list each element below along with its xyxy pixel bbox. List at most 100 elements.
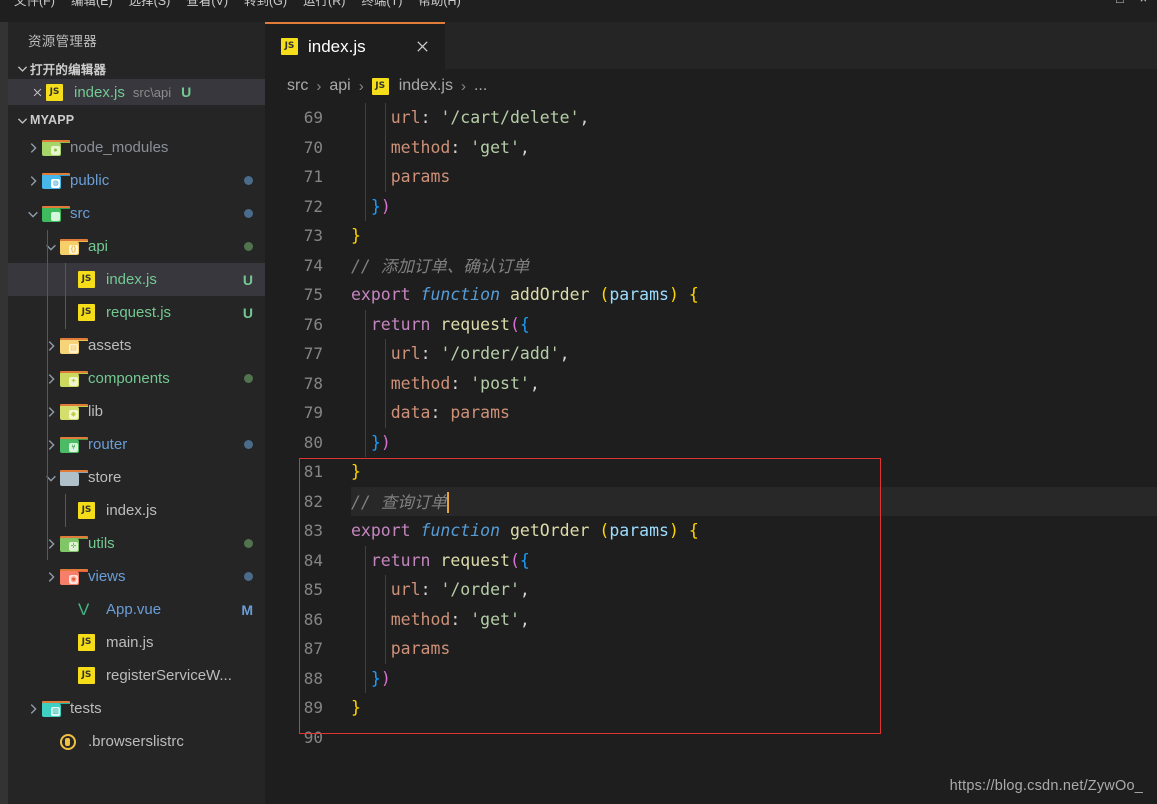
code-line-77[interactable]: 77 url: '/order/add', [265,339,1157,369]
folder-src-icon [42,205,70,222]
tree-item-registerservicew-[interactable]: JS registerServiceW... [8,659,265,692]
tab-index-js[interactable]: JS index.js [265,22,445,69]
menu-item-2[interactable]: 选择(S) [121,0,179,9]
close-icon[interactable] [411,36,433,58]
line-number: 84 [303,550,323,570]
chevron-right-icon[interactable] [42,405,60,419]
code-line-69[interactable]: 69 url: '/cart/delete', [265,103,1157,133]
chevron-down-icon[interactable] [42,240,60,254]
menu-item-5[interactable]: 运行(R) [295,0,353,9]
code-line-71[interactable]: 71 params [265,162,1157,192]
code-content: } [341,226,361,245]
code-token: , [519,137,530,157]
code-token: addOrder [509,285,590,305]
chevron-right-icon[interactable] [42,570,60,584]
window-control-1[interactable]: × [1140,0,1147,6]
code-line-89[interactable]: 89} [265,693,1157,723]
tree-indent-guide [65,263,66,329]
menu-item-4[interactable]: 转到(G) [236,0,295,9]
tree-item--browserslistrc[interactable]: .browserslistrc [8,725,265,758]
code-line-87[interactable]: 87 params [265,634,1157,664]
window-control-0[interactable]: □ [1116,0,1124,6]
chevron-down-icon[interactable] [24,207,42,221]
code-token: getOrder [509,521,590,541]
line-number: 85 [303,580,323,600]
chevron-down-icon[interactable] [42,471,60,485]
tree-item-src[interactable]: src [8,197,265,230]
chevron-right-icon[interactable] [24,141,42,155]
menu-item-3[interactable]: 查看(V) [178,0,236,9]
code-line-80[interactable]: 80 }) [265,428,1157,458]
chevron-right-icon[interactable] [42,372,60,386]
menu-item-1[interactable]: 编辑(E) [63,0,121,9]
code-line-73[interactable]: 73} [265,221,1157,251]
status-dot [244,440,253,449]
code-token: , [559,344,570,364]
chevron-right-icon[interactable] [24,702,42,716]
code-line-81[interactable]: 81} [265,457,1157,487]
tree-item-app-vue[interactable]: V App.vue M [8,593,265,626]
tree-item-label: router [88,436,128,453]
tree-item-views[interactable]: ◉ views [8,560,265,593]
status-dot [244,374,253,383]
breadcrumb-item-src[interactable]: src [287,77,308,95]
chevron-right-icon[interactable] [24,174,42,188]
code-line-88[interactable]: 88 }) [265,664,1157,694]
chevron-right-icon[interactable] [42,438,60,452]
folder-node-modules-icon: ● [42,139,70,156]
line-number: 75 [303,285,323,305]
window-controls[interactable]: □× [1116,0,1147,11]
code-token: ( [509,314,520,334]
menu-item-7[interactable]: 帮助(H) [410,0,468,9]
git-status-badge: M [241,601,253,618]
code-token: ( [509,550,520,570]
open-editors-label: 打开的编辑器 [30,62,107,77]
tree-item-main-js[interactable]: JS main.js [8,626,265,659]
code-line-75[interactable]: 75 export function addOrder (params) { [265,280,1157,310]
open-editor-item-index-js[interactable]: JS index.js src\api U [8,79,265,105]
code-content: } [341,698,361,717]
menu-item-6[interactable]: 终端(T) [353,0,410,9]
menu-item-0[interactable]: 文件(F) [6,0,63,9]
project-name-label: MYAPP [30,113,75,127]
breadcrumb[interactable]: src › api › JS index.js › ... [265,69,1157,103]
menu-bar: 文件(F) 编辑(E) 选择(S) 查看(V) 转到(G) 运行(R) 终端(T) 帮助(H)… [0,0,1157,22]
tree-item-tests[interactable]: ▥ tests [8,692,265,725]
chevron-right-icon[interactable] [42,537,60,551]
code-token: url [390,108,421,128]
folder-assets-icon: ▤ [60,337,88,354]
code-line-79[interactable]: 79 data: params [265,398,1157,428]
close-icon[interactable] [28,87,46,98]
code-token: // 添加订单、确认订单 [351,257,530,277]
code-token: : [420,344,441,364]
code-line-86[interactable]: 86 method: 'get', [265,605,1157,635]
breadcrumb-item-file[interactable]: index.js [399,77,453,95]
code-line-90[interactable]: 90 [265,723,1157,753]
open-editors-header[interactable]: 打开的编辑器 [8,57,265,79]
code-token: params [609,285,669,305]
code-line-85[interactable]: 85 url: '/order', [265,575,1157,605]
code-line-84[interactable]: 84 return request({ [265,546,1157,576]
code-line-82[interactable]: 82 // 查询订单 [265,486,1157,516]
line-number: 74 [303,255,323,275]
breadcrumb-item-more[interactable]: ... [474,77,487,95]
code-token: '/cart/delete' [440,108,580,128]
tree-item-label: node_modules [70,139,169,156]
tree-item-public[interactable]: ◍ public [8,164,265,197]
line-number: 76 [303,314,323,334]
activity-bar[interactable] [0,22,8,804]
code-token: ) [668,285,679,305]
code-editor[interactable]: 69 url: '/cart/delete', 70 method: 'get',… [265,103,1157,804]
tree-item-node-modules[interactable]: ● node_modules [8,131,265,164]
code-line-83[interactable]: 83 export function getOrder (params) { [265,516,1157,546]
breadcrumb-item-api[interactable]: api [329,77,350,95]
code-line-70[interactable]: 70 method: 'get', [265,133,1157,163]
code-line-78[interactable]: 78 method: 'post', [265,369,1157,399]
project-header[interactable]: MYAPP [8,109,265,131]
code-line-74[interactable]: 74 // 添加订单、确认订单 [265,251,1157,281]
code-line-72[interactable]: 72 }) [265,192,1157,222]
code-line-76[interactable]: 76 return request({ [265,310,1157,340]
chevron-right-icon[interactable] [42,339,60,353]
tree-item-label: App.vue [106,601,162,618]
